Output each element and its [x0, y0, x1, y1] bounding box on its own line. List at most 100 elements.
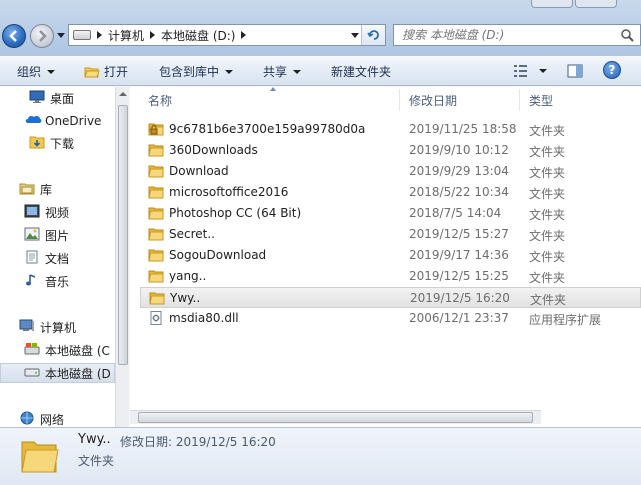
file-type: 文件夹 [529, 229, 566, 243]
address-bar[interactable]: 计算机 本地磁盘 (D:) [68, 24, 386, 46]
nav-item-label: OneDrive [45, 114, 102, 128]
download-folder-icon [29, 135, 45, 151]
back-arrow-icon [9, 30, 17, 42]
file-list: 名称 修改日期 类型 9c6781b6e3700e159a99780d0a 201… [130, 87, 641, 427]
address-dropdown-chevron-icon[interactable] [351, 33, 359, 38]
forward-arrow-icon [39, 30, 47, 42]
breadcrumb-separator-icon[interactable] [241, 31, 247, 39]
drive-icon [24, 342, 40, 358]
file-name: 9c6781b6e3700e159a99780d0a [169, 122, 366, 136]
open-button[interactable]: 打开 [84, 63, 128, 80]
file-name: Photoshop CC (64 Bit) [169, 206, 302, 220]
column-header-type[interactable]: 类型 [529, 87, 553, 113]
horizontal-scrollbar[interactable] [130, 410, 541, 424]
file-type: 文件夹 [529, 208, 566, 222]
nav-item-videos[interactable]: 视频 [0, 202, 115, 222]
file-name: msdia80.dll [169, 311, 239, 325]
file-type: 文件夹 [529, 250, 566, 264]
share-button[interactable]: 共享 [263, 63, 302, 80]
nav-item-documents[interactable]: 文档 [0, 248, 115, 268]
file-row[interactable]: 360Downloads 2019/9/10 10:12 文件夹 [140, 140, 641, 161]
nav-item-label: 音乐 [45, 274, 70, 289]
file-type: 应用程序扩展 [529, 313, 602, 327]
file-row[interactable]: msdia80.dll 2006/12/1 23:37 应用程序扩展 [140, 308, 641, 329]
picture-icon [24, 227, 40, 243]
file-modified-date: 2019/12/5 16:20 [410, 291, 510, 305]
column-divider[interactable] [399, 89, 400, 111]
nav-item-label: 图片 [45, 228, 70, 243]
scrollbar-thumb[interactable] [138, 412, 533, 423]
nav-item-label: 本地磁盘 (C [45, 343, 110, 358]
folder-icon [148, 164, 164, 178]
file-type: 文件夹 [529, 124, 566, 138]
drive-icon [24, 365, 40, 381]
details-item-name: Ywy.. [78, 432, 111, 447]
nav-item-pictures[interactable]: 图片 [0, 225, 115, 245]
folder-icon [148, 206, 164, 220]
preview-pane-button[interactable] [567, 64, 583, 81]
search-box[interactable] [393, 24, 641, 46]
column-header-name[interactable]: 名称 [148, 87, 172, 113]
desktop-icon [29, 90, 45, 106]
column-header-modified[interactable]: 修改日期 [409, 87, 457, 113]
forward-button[interactable] [30, 24, 54, 48]
nav-item-drive-d[interactable]: 本地磁盘 (D [0, 363, 115, 383]
search-icon[interactable] [620, 28, 634, 42]
new-folder-button[interactable]: 新建文件夹 [331, 63, 391, 80]
file-row[interactable]: Photoshop CC (64 Bit) 2018/7/5 14:04 文件夹 [140, 203, 641, 224]
file-row[interactable]: 9c6781b6e3700e159a99780d0a 2019/11/25 18:… [140, 119, 641, 140]
maximize-button[interactable] [575, 0, 617, 8]
file-name: microsoftoffice2016 [169, 185, 289, 199]
minimize-button[interactable] [531, 0, 573, 8]
nav-item-onedrive[interactable]: OneDrive [0, 111, 115, 131]
refresh-icon [366, 30, 379, 40]
back-button[interactable] [2, 24, 26, 48]
include-in-library-button[interactable]: 包含到库中 [159, 63, 234, 80]
scroll-up-arrow-icon[interactable] [119, 92, 127, 96]
file-row[interactable]: Download 2019/9/29 13:04 文件夹 [140, 161, 641, 182]
share-label: 共享 [263, 65, 288, 79]
column-header-label: 类型 [529, 93, 554, 108]
file-row[interactable]: microsoftoffice2016 2018/5/22 10:34 文件夹 [140, 182, 641, 203]
file-row[interactable]: yang.. 2019/12/5 15:25 文件夹 [140, 266, 641, 287]
nav-item-desktop[interactable]: 桌面 [0, 88, 115, 108]
network-icon [19, 411, 35, 427]
video-icon [24, 204, 40, 220]
folder-icon [148, 227, 164, 241]
nav-item-libraries[interactable]: 库 [0, 179, 115, 199]
scrollbar-thumb[interactable] [118, 105, 128, 365]
organize-button[interactable]: 组织 [17, 63, 56, 80]
file-row[interactable]: SogouDownload 2019/9/17 14:36 文件夹 [140, 245, 641, 266]
file-row[interactable]: Secret.. 2019/12/5 15:27 文件夹 [140, 224, 641, 245]
help-button[interactable]: ? [603, 61, 621, 79]
nav-item-music[interactable]: 音乐 [0, 271, 115, 291]
file-row[interactable]: Ywy.. 2019/12/5 16:20 文件夹 [140, 287, 641, 308]
file-type: 文件夹 [529, 271, 566, 285]
locked-folder-icon [148, 122, 164, 136]
change-view-button[interactable] [513, 64, 549, 81]
file-modified-date: 2019/11/25 18:58 [409, 122, 517, 136]
file-type: 文件夹 [530, 293, 567, 307]
refresh-button[interactable] [361, 25, 385, 45]
breadcrumb-separator-icon[interactable] [150, 31, 156, 39]
help-icon: ? [608, 63, 616, 77]
breadcrumb-computer[interactable]: 计算机 [108, 27, 144, 44]
nav-item-network[interactable]: 网络 [0, 409, 115, 427]
file-modified-date: 2019/12/5 15:25 [409, 269, 509, 283]
breadcrumb-drive-d[interactable]: 本地磁盘 (D:) [161, 27, 235, 44]
nav-item-drive-c[interactable]: 本地磁盘 (C [0, 340, 115, 360]
recent-pages-chevron-icon[interactable] [57, 33, 65, 38]
file-modified-date: 2019/9/17 14:36 [409, 248, 509, 262]
column-divider[interactable] [519, 89, 520, 111]
file-modified-date: 2006/12/1 23:37 [409, 311, 509, 325]
nav-item-downloads[interactable]: 下载 [0, 133, 115, 153]
details-pane: Ywy.. 修改日期: 2019/12/5 16:20 文件夹 [0, 427, 641, 485]
folder-icon [148, 248, 164, 262]
nav-pane-scrollbar[interactable] [115, 87, 129, 427]
nav-item-computer[interactable]: 计算机 [0, 317, 115, 337]
music-icon [24, 273, 40, 289]
file-modified-date: 2018/7/5 14:04 [409, 206, 502, 220]
folder-icon [149, 291, 165, 305]
breadcrumb-separator-icon[interactable] [97, 31, 102, 39]
search-input[interactable] [394, 25, 604, 45]
